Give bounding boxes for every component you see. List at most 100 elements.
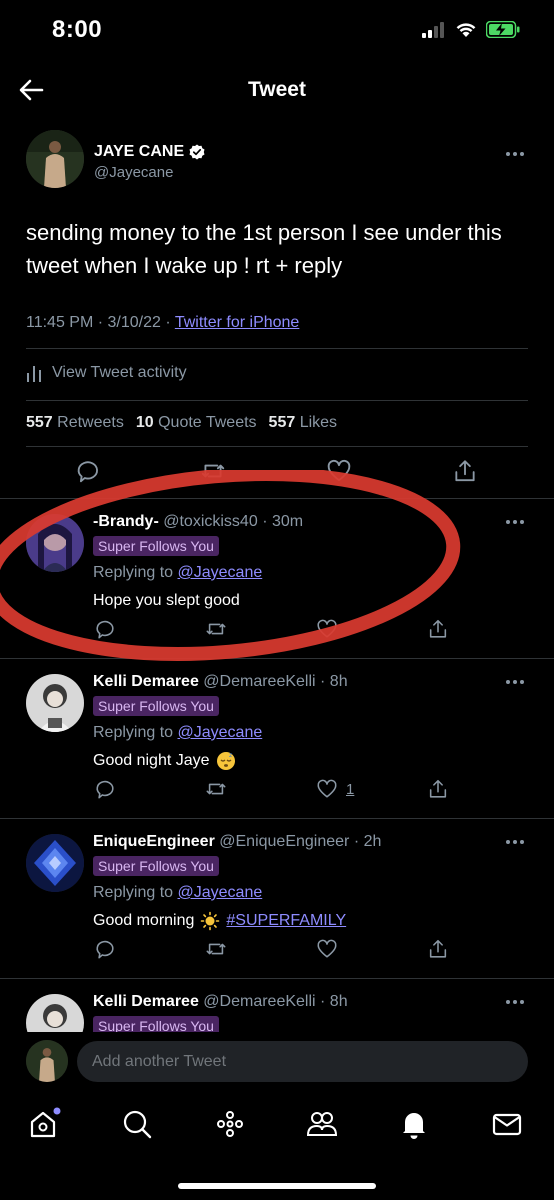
reply-more-button[interactable] (502, 992, 528, 1012)
add-tweet-input[interactable]: Add another Tweet (77, 1041, 528, 1082)
more-horizontal-icon (506, 152, 524, 156)
verified-badge-icon (189, 144, 205, 160)
share-icon (429, 939, 447, 958)
divider (26, 400, 528, 401)
replying-to-link[interactable]: @Jayecane (178, 724, 263, 741)
reply-icon (96, 620, 114, 639)
reply-tweet[interactable]: Kelli Demaree @DemareeKelli · 8h Super F… (0, 978, 554, 1032)
author-name[interactable]: JAYE CANE (94, 143, 184, 161)
tweet-more-button[interactable] (502, 144, 528, 164)
retweet-button[interactable] (205, 938, 227, 960)
replying-to-link[interactable]: @Jayecane (178, 564, 263, 581)
divider (0, 818, 554, 819)
tab-home[interactable] (26, 1106, 62, 1142)
super-follows-badge: Super Follows You (93, 856, 219, 876)
reply-actions (0, 618, 554, 650)
reply-header: EniqueEngineer @EniqueEngineer · 2h (93, 833, 381, 851)
wifi-icon (456, 22, 476, 37)
share-button[interactable] (427, 938, 449, 960)
like-button[interactable]: 1 (316, 778, 354, 800)
reply-avatar[interactable] (26, 834, 84, 892)
reply-text: Good morning #SUPERFAMILY (93, 911, 346, 931)
sleeping-face-emoji-icon: z (216, 752, 235, 770)
battery-charging-icon (486, 21, 520, 38)
quotes-stat[interactable]: 10 Quote Tweets (136, 414, 257, 432)
retweet-button[interactable] (205, 618, 227, 640)
reply-text-content: Good morning (93, 912, 195, 929)
heart-icon (327, 459, 351, 482)
reply-more-button[interactable] (502, 832, 528, 852)
tweet-text: sending money to the 1st person I see un… (26, 220, 502, 278)
spaces-icon (217, 1111, 243, 1137)
likes-stat[interactable]: 557 Likes (269, 414, 338, 432)
reply-icon (96, 780, 114, 799)
tab-messages[interactable] (489, 1106, 525, 1142)
reply-more-button[interactable] (502, 512, 528, 532)
share-icon (455, 460, 475, 482)
hashtag-link[interactable]: #SUPERFAMILY (226, 912, 346, 930)
tab-communities[interactable] (304, 1106, 340, 1142)
reply-avatar[interactable] (26, 994, 84, 1032)
replying-to-label: Replying to (93, 884, 178, 901)
view-tweet-activity[interactable]: View Tweet activity (26, 363, 187, 383)
reply-handle[interactable]: @DemareeKelli (203, 673, 315, 690)
share-button[interactable] (427, 778, 449, 800)
retweet-icon (201, 464, 225, 478)
reply-name[interactable]: EniqueEngineer (93, 833, 215, 850)
home-icon (30, 1107, 61, 1138)
retweet-icon (206, 623, 226, 635)
reply-icon (77, 461, 98, 483)
notifications-icon (403, 1113, 425, 1139)
reply-handle[interactable]: @DemareeKelli (203, 993, 315, 1010)
search-icon (123, 1110, 152, 1139)
replying-to: Replying to @Jayecane (93, 724, 262, 742)
retweets-label: Retweets (57, 414, 124, 431)
like-button[interactable] (316, 938, 346, 960)
status-time: 8:00 (52, 16, 103, 43)
like-button[interactable] (316, 618, 346, 640)
like-button[interactable] (326, 458, 352, 484)
reply-handle[interactable]: @toxickiss40 (163, 513, 258, 530)
reply-header: Kelli Demaree @DemareeKelli · 8h (93, 673, 348, 691)
super-follows-badge: Super Follows You (93, 696, 219, 716)
share-button[interactable] (427, 618, 449, 640)
share-icon (429, 779, 447, 798)
heart-icon (317, 939, 337, 958)
share-button[interactable] (452, 458, 478, 484)
more-horizontal-icon (506, 680, 524, 684)
author-name-row: JAYE CANE (94, 143, 205, 161)
retweet-icon (206, 943, 226, 955)
heart-icon (317, 779, 337, 798)
replying-to-link[interactable]: @Jayecane (178, 884, 263, 901)
retweets-stat[interactable]: 557 Retweets (26, 414, 124, 432)
reply-actions: 1 (0, 778, 554, 810)
tab-spaces[interactable] (212, 1106, 248, 1142)
messages-icon (492, 1113, 522, 1136)
reply-avatar[interactable] (26, 674, 84, 732)
tweet-source-link[interactable]: Twitter for iPhone (175, 314, 300, 331)
retweet-button[interactable] (200, 458, 226, 484)
reply-avatar[interactable] (26, 514, 84, 572)
tab-search[interactable] (119, 1106, 155, 1142)
reply-name[interactable]: Kelli Demaree (93, 993, 199, 1010)
tab-notifications[interactable] (396, 1106, 432, 1142)
author-avatar[interactable] (26, 130, 84, 188)
divider (0, 658, 554, 659)
nav-bar: Tweet (0, 64, 554, 116)
reply-button[interactable] (95, 778, 117, 800)
reply-name[interactable]: Kelli Demaree (93, 673, 199, 690)
reply-handle[interactable]: @EniqueEngineer (219, 833, 349, 850)
reply-button[interactable] (95, 618, 117, 640)
retweet-button[interactable] (205, 778, 227, 800)
analytics-icon (27, 366, 41, 382)
divider (26, 446, 528, 447)
reply-button[interactable] (95, 938, 117, 960)
reply-name[interactable]: -Brandy- (93, 513, 159, 530)
author-handle[interactable]: @Jayecane (94, 164, 173, 181)
compose-avatar (26, 1040, 68, 1082)
reply-more-button[interactable] (502, 672, 528, 692)
more-horizontal-icon (506, 1000, 524, 1004)
reply-text: Hope you slept good (93, 592, 240, 610)
reply-time: · 8h (320, 993, 348, 1010)
reply-button[interactable] (76, 458, 102, 484)
